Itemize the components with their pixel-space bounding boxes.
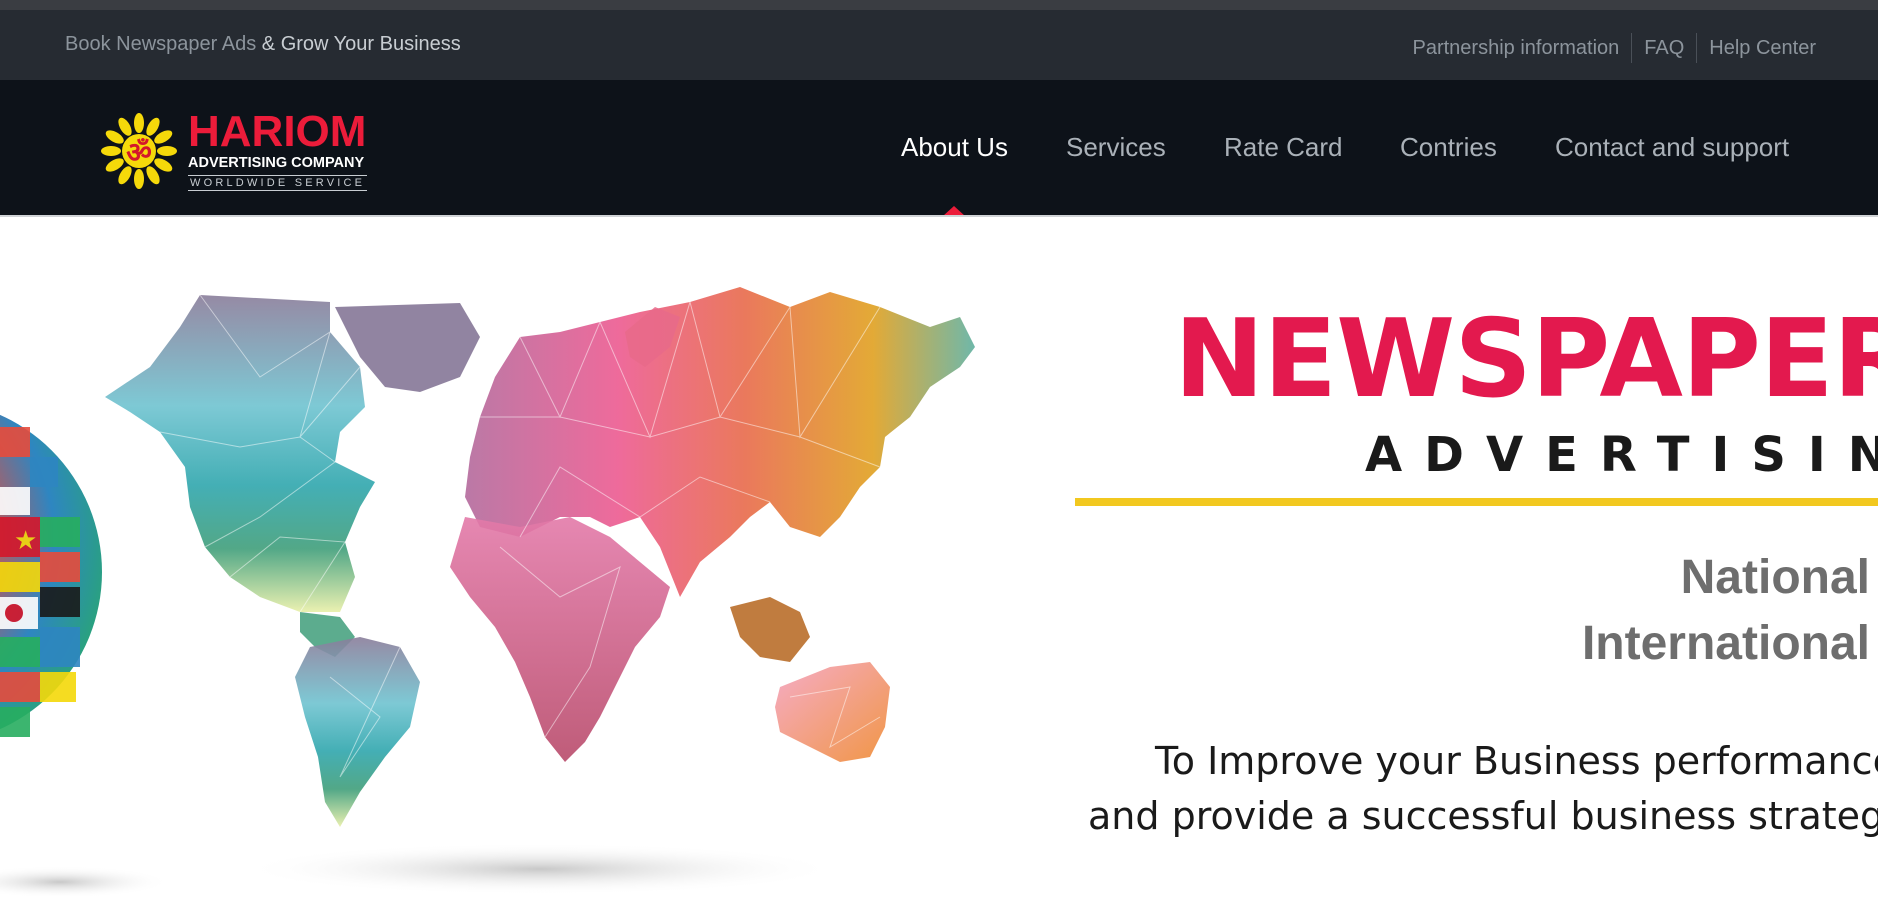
logo-text: HARIOM ADVERTISING COMPANY WORLDWIDE SER… <box>188 107 368 191</box>
logo-subtitle: ADVERTISING COMPANY <box>188 155 365 171</box>
nav-about-us[interactable]: About Us <box>901 132 1008 163</box>
tagline-part1: Book Newspaper Ads <box>65 33 257 55</box>
nav-contries[interactable]: Contries <box>1400 132 1497 163</box>
top-link-divider <box>1631 33 1633 63</box>
faq-link[interactable]: FAQ <box>1644 37 1684 60</box>
top-tagline: Book Newspaper Ads & Grow Your Business <box>65 33 461 56</box>
hero-divider <box>1075 498 1878 506</box>
hero-body-line2: and provide a successful business strate… <box>1088 794 1878 838</box>
help-center-link[interactable]: Help Center <box>1709 37 1816 60</box>
top-info-bar: Book Newspaper Ads & Grow Your Business … <box>0 10 1878 80</box>
hero-national: National <box>1680 551 1870 604</box>
top-link-divider <box>1696 33 1698 63</box>
partnership-link[interactable]: Partnership information <box>1412 37 1619 60</box>
hero-subhead: ADVERTISING <box>1365 427 1878 483</box>
hero-body-line1: To Improve your Business performance <box>1155 739 1878 783</box>
svg-text:★: ★ <box>14 526 37 556</box>
nav-rate-card[interactable]: Rate Card <box>1224 132 1343 163</box>
logo-tagline: WORLDWIDE SERVICE <box>188 175 368 191</box>
nav-services[interactable]: Services <box>1066 132 1166 163</box>
top-links: Partnership information FAQ Help Center <box>1412 33 1816 63</box>
hero-banner: ★ NEWSPAPER ADVERTISI National Internati… <box>0 217 1878 914</box>
hero-international: International <box>1581 617 1870 670</box>
main-navbar: ॐ HARIOM ADVERTISING COMPANY WORLDWIDE S… <box>0 80 1878 216</box>
logo-name: HARIOM <box>188 107 367 156</box>
hero-headline: NEWSPAPER <box>1174 297 1878 422</box>
tagline-part2: Grow Your Business <box>280 33 461 55</box>
sunflower-logo-icon: ॐ <box>101 113 177 189</box>
world-map-illustration: ★ <box>0 287 975 898</box>
tagline-amp: & <box>256 33 281 55</box>
site-logo[interactable]: ॐ HARIOM ADVERTISING COMPANY WORLDWIDE S… <box>100 107 390 191</box>
om-symbol: ॐ <box>126 136 152 169</box>
nav-contact-support[interactable]: Contact and support <box>1555 132 1789 163</box>
